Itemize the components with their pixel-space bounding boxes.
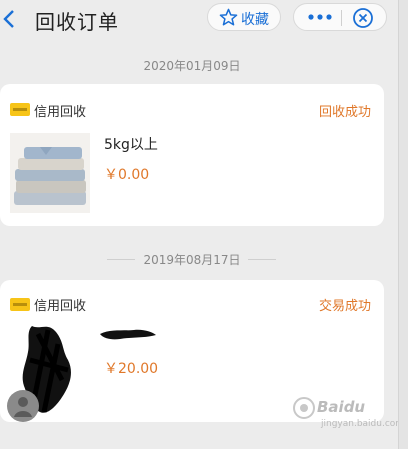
badge-icon [10, 298, 30, 311]
order-card[interactable]: 信用回收 回收成功 5kg以上 ￥0.00 [0, 84, 384, 226]
watermark-sub: jingyan.baidu.com [321, 419, 405, 429]
floating-avatar[interactable] [6, 389, 40, 423]
page-title: 回收订单 [35, 10, 119, 34]
star-icon [219, 8, 238, 26]
capsule-menu [293, 3, 387, 31]
order-status: 交易成功 [318, 299, 371, 314]
chevron-left-icon[interactable] [0, 7, 20, 31]
watermark-brand: Baidu [317, 398, 366, 416]
order-date: 2020年01月09日 [143, 59, 241, 73]
more-dots-icon[interactable] [308, 13, 332, 21]
item-price: ￥20.00 [104, 361, 159, 377]
order-category: 信用回收 [34, 105, 87, 120]
order-date: 2019年08月17日 [143, 253, 241, 267]
capsule-divider [341, 10, 342, 26]
product-image [10, 133, 90, 213]
item-price: ￥0.00 [104, 167, 150, 183]
date-divider [248, 259, 276, 260]
badge-icon [10, 103, 30, 116]
scrollbar[interactable] [398, 0, 408, 449]
redacted-title [100, 329, 156, 340]
header-bar: 回收订单 收藏 [0, 0, 408, 40]
item-title: 5kg以上 [104, 137, 158, 153]
order-status: 回收成功 [318, 105, 371, 120]
favorite-label: 收藏 [241, 12, 269, 28]
close-circle-icon[interactable] [352, 7, 374, 29]
favorite-button[interactable]: 收藏 [207, 3, 281, 31]
order-category: 信用回收 [34, 299, 87, 314]
